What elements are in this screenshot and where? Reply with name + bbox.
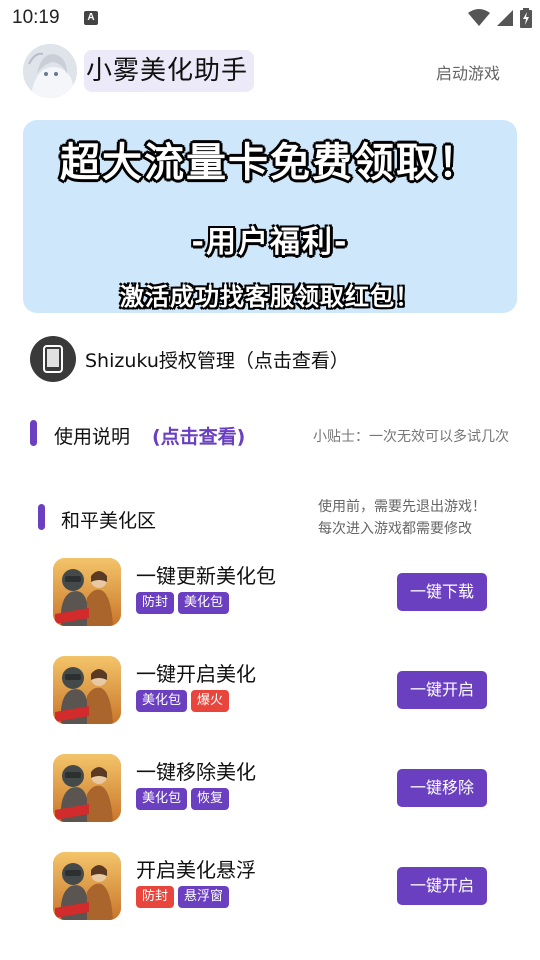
feature-title: 开启美化悬浮 — [136, 858, 256, 882]
shizuku-auth-row[interactable]: Shizuku授权管理（点击查看） — [30, 336, 349, 382]
app-header: 小雾美化助手 启动游戏 — [0, 40, 540, 102]
phone-icon — [30, 336, 76, 382]
feature-action-button[interactable]: 一键开启 — [397, 671, 487, 709]
usage-tip: 小贴士：一次无效可以多试几次 — [313, 429, 509, 445]
a-notification-icon: A — [84, 11, 98, 25]
feature-tags: 美化包 爆火 — [136, 690, 230, 712]
launch-game-button[interactable]: 启动游戏 — [436, 60, 500, 84]
feature-title: 一键移除美化 — [136, 760, 256, 784]
feature-action-button[interactable]: 一键移除 — [397, 769, 487, 807]
feature-tag: 美化包 — [136, 788, 188, 810]
feature-tags: 美化包 恢复 — [136, 788, 230, 810]
feature-item: 一键更新美化包 防封 美化包 一键下载 — [0, 558, 540, 628]
feature-tag: 防封 — [136, 592, 175, 614]
wifi-icon — [468, 9, 490, 26]
area-note-line: 使用前，需要先退出游戏！ — [318, 499, 486, 515]
promo-banner[interactable]: 超大流量卡免费领取！ -用户福利- 激活成功找客服领取红包！ — [23, 120, 517, 313]
usage-link[interactable]: (点击查看) — [152, 422, 245, 449]
section-accent-bar — [30, 420, 37, 446]
feature-item: 一键开启美化 美化包 爆火 一键开启 — [0, 656, 540, 726]
app-title-highlight: 小雾美化助手 — [84, 50, 255, 92]
banner-title: 超大流量卡免费领取！ — [60, 140, 480, 186]
battery-charging-icon — [520, 8, 532, 28]
area-note-line: 每次进入游戏都需要修改 — [318, 521, 472, 537]
status-bar: 10:19 A — [0, 0, 540, 36]
status-icons — [468, 8, 532, 28]
banner-note: 激活成功找客服领取红包！ — [120, 283, 420, 311]
feature-tag: 恢复 — [191, 788, 230, 810]
avatar-image — [23, 44, 77, 98]
feature-tag: 爆火 — [191, 690, 230, 712]
feature-tags: 防封 悬浮窗 — [136, 886, 230, 908]
feature-title: 一键开启美化 — [136, 662, 256, 686]
feature-tags: 防封 美化包 — [136, 592, 230, 614]
game-icon — [53, 656, 121, 724]
section-accent-bar — [38, 504, 45, 530]
app-title: 小雾美化助手 — [86, 56, 249, 86]
shizuku-label: Shizuku授权管理（点击查看） — [85, 349, 349, 372]
feature-action-button[interactable]: 一键开启 — [397, 867, 487, 905]
area-note: 使用前，需要先退出游戏！ 每次进入游戏都需要修改 — [318, 496, 486, 540]
feature-tag: 防封 — [136, 886, 175, 908]
usage-section: 使用说明 (点击查看) 小贴士：一次无效可以多试几次 — [30, 420, 520, 450]
game-icon — [53, 754, 121, 822]
feature-item: 开启美化悬浮 防封 悬浮窗 一键开启 — [0, 852, 540, 922]
feature-item: 一键移除美化 美化包 恢复 一键移除 — [0, 754, 540, 824]
feature-tag: 美化包 — [136, 690, 188, 712]
area-title: 和平美化区 — [61, 510, 157, 532]
feature-title: 一键更新美化包 — [136, 564, 276, 588]
feature-tag: 美化包 — [178, 592, 230, 614]
usage-title: 使用说明 — [54, 426, 131, 448]
feature-action-button[interactable]: 一键下载 — [397, 573, 487, 611]
banner-subtitle: -用户福利- — [191, 225, 349, 260]
signal-icon — [497, 10, 513, 26]
game-icon — [53, 852, 121, 920]
avatar[interactable] — [23, 44, 77, 98]
game-icon — [53, 558, 121, 626]
feature-tag: 悬浮窗 — [178, 886, 230, 908]
status-time: 10:19 — [12, 7, 60, 28]
